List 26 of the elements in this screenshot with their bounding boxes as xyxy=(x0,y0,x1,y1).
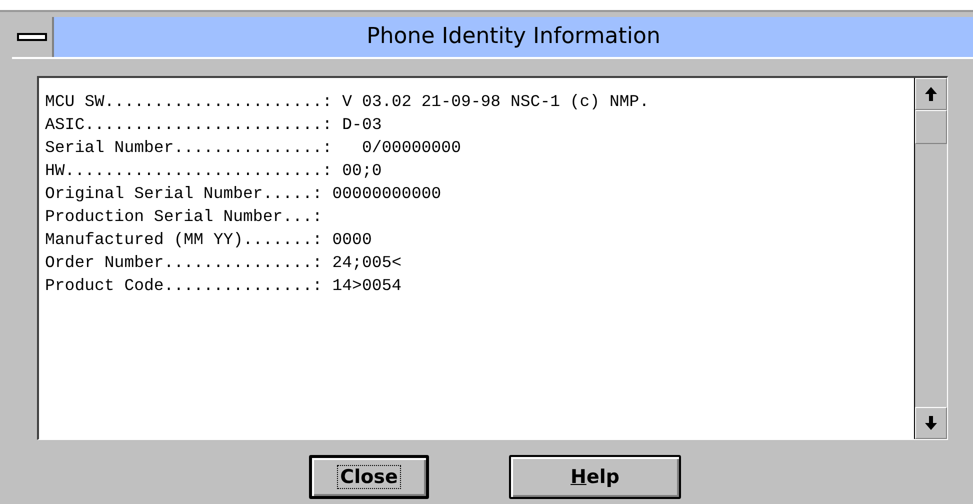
field-value: 00;0 xyxy=(342,161,382,180)
field-label: ASIC........................: xyxy=(45,115,332,134)
field-label: Original Serial Number.....: xyxy=(45,184,322,203)
field-value: 0000 xyxy=(332,230,372,249)
field-value: V 03.02 21-09-98 NSC-1 (c) NMP. xyxy=(342,92,650,111)
dialog-button[interactable]: Help xyxy=(509,455,681,499)
scroll-up-button[interactable] xyxy=(915,78,947,110)
vertical-scrollbar[interactable] xyxy=(914,78,947,439)
field-value: 24;005< xyxy=(332,253,402,272)
down-arrow-icon xyxy=(925,416,937,430)
up-arrow-icon xyxy=(925,87,937,101)
scroll-thumb[interactable] xyxy=(915,110,947,144)
field-label: Serial Number...............: xyxy=(45,138,332,157)
dialog-button[interactable]: Close xyxy=(309,455,429,499)
field-value: D-03 xyxy=(342,115,382,134)
field-label: Manufactured (MM YY).......: xyxy=(45,230,322,249)
field-label: MCU SW......................: xyxy=(45,92,332,111)
field-label: HW..........................: xyxy=(45,161,332,180)
field-value: 0/00000000 xyxy=(360,138,461,157)
window-title: Phone Identity Information xyxy=(366,23,662,51)
field-label: Production Serial Number...: xyxy=(45,207,322,226)
scroll-down-button[interactable] xyxy=(915,407,947,439)
field-value: 14>0054 xyxy=(332,276,402,295)
field-label: Order Number...............: xyxy=(45,253,322,272)
field-value: 00000000000 xyxy=(332,184,442,203)
field-label: Product Code...............: xyxy=(45,276,322,295)
